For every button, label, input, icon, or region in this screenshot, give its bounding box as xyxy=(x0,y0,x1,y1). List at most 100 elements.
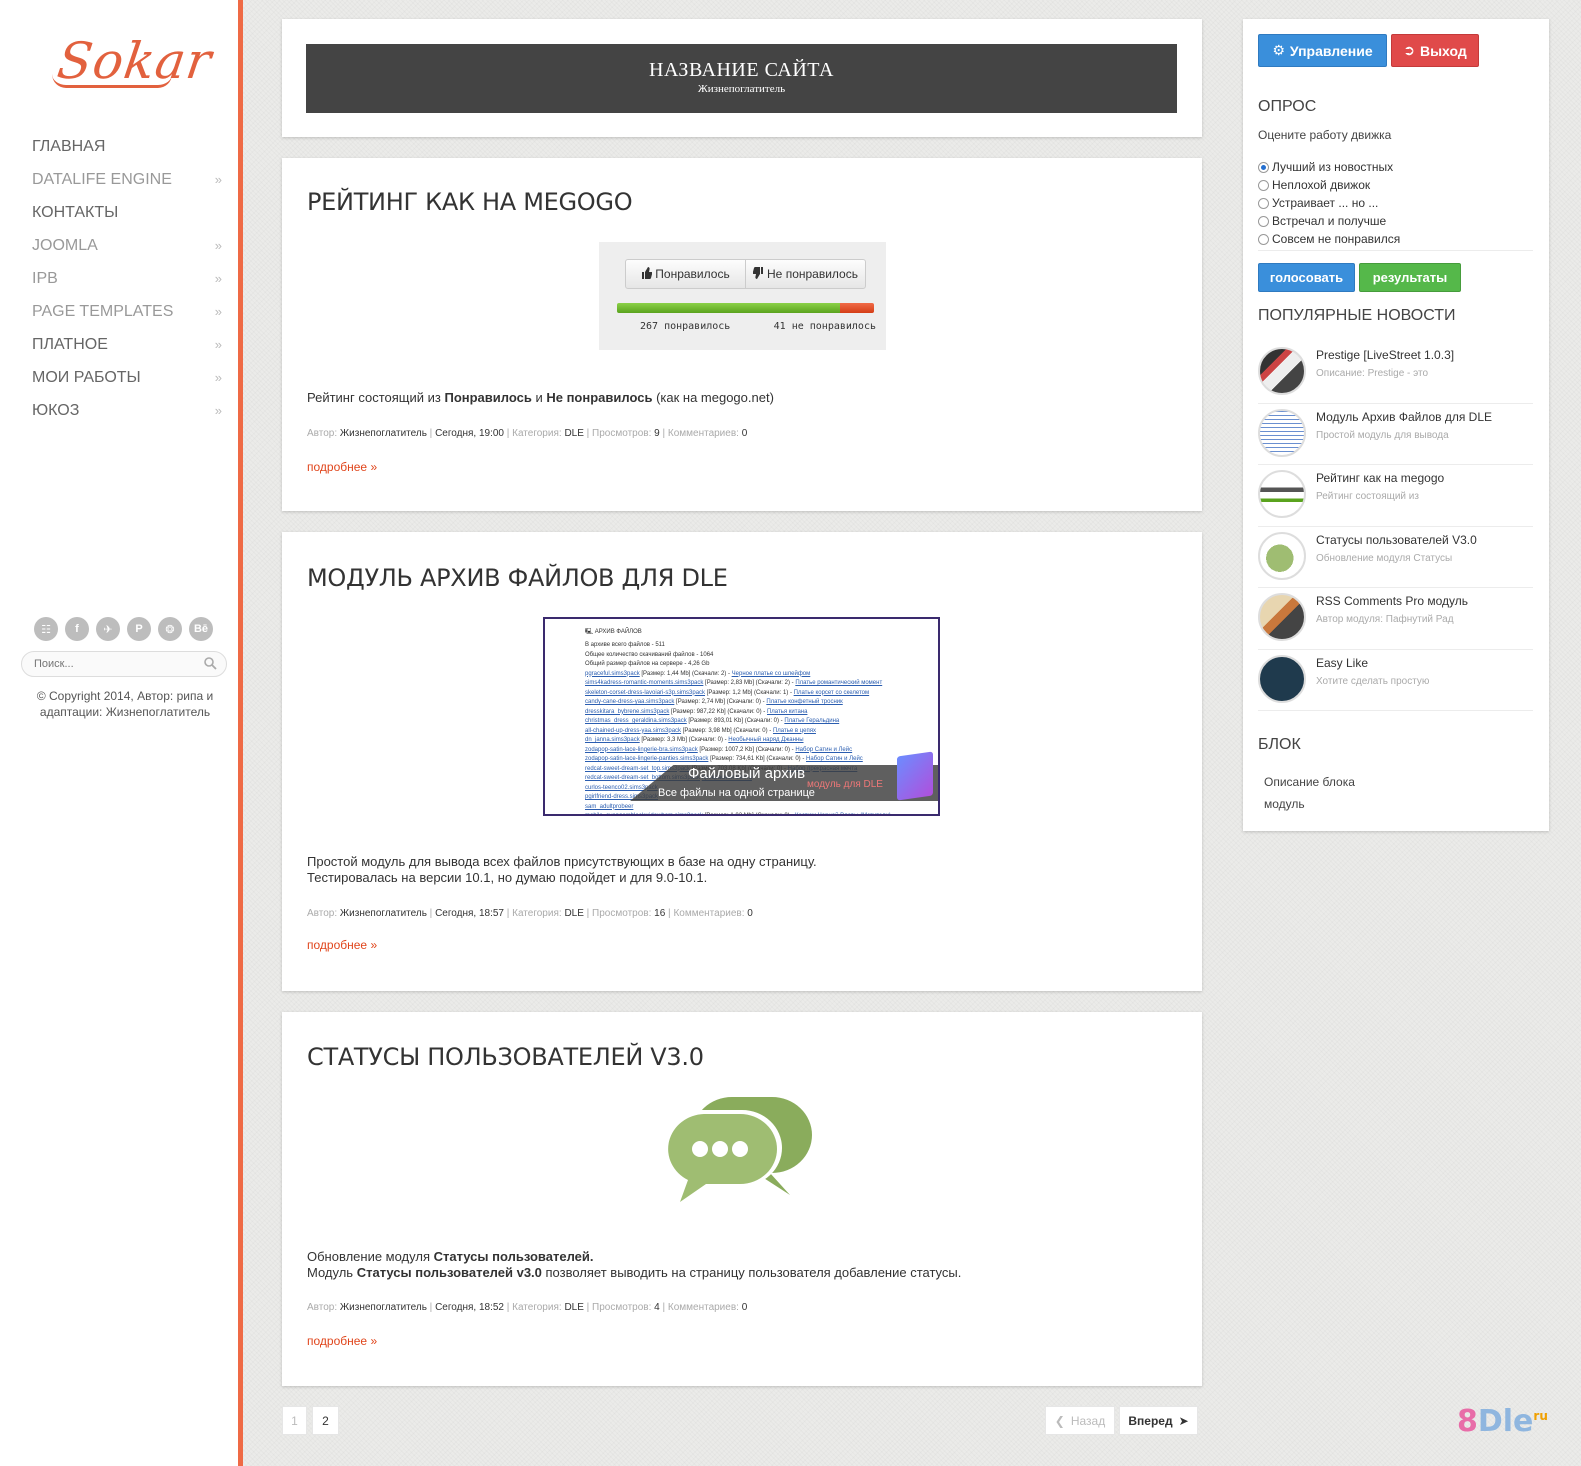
archive-file-link[interactable]: sam_adultprobeer xyxy=(585,804,633,810)
meta-category[interactable]: DLE xyxy=(564,1302,583,1313)
popular-news-item[interactable]: RSS Comments Pro модуль Автор модуля: Паф… xyxy=(1258,588,1533,650)
news-title[interactable]: Модуль Архив Файлов для DLE xyxy=(1316,410,1492,424)
search-input[interactable] xyxy=(22,652,192,676)
archive-file-link[interactable]: dn_janna.sims3pack xyxy=(585,737,640,743)
archive-file-link[interactable]: skeleton-corset-dress-lavoiari-s3p.sims3… xyxy=(585,690,705,696)
meta-category[interactable]: DLE xyxy=(564,908,583,919)
popular-news-item[interactable]: Модуль Архив Файлов для DLE Простой модул… xyxy=(1258,404,1533,465)
admin-button[interactable]: ⚙ Управление xyxy=(1258,34,1387,67)
read-more-link[interactable]: подробнее » xyxy=(307,460,377,474)
popular-news-item[interactable]: Easy Like Хотите сделать простую xyxy=(1258,650,1533,711)
nav-item[interactable]: DATALIFE ENGINE » xyxy=(32,163,222,196)
meta-author[interactable]: Жизнепоглатитель xyxy=(340,428,427,439)
nav-item[interactable]: ГЛАВНАЯ xyxy=(32,130,222,163)
results-button[interactable]: результаты xyxy=(1359,263,1461,292)
like-button[interactable]: Понравилось xyxy=(626,260,745,288)
archive-file-title[interactable]: Платье в цепях xyxy=(773,728,816,734)
news-title[interactable]: Prestige [LiveStreet 1.0.3] xyxy=(1316,348,1454,362)
site-subtitle: Жизнепоглатитель xyxy=(697,83,786,95)
nav-item[interactable]: ПЛАТНОЕ » xyxy=(32,328,222,361)
archive-file-link[interactable]: all-chained-up-dress-yaa.sims3pack xyxy=(585,728,681,734)
behance-icon[interactable]: Bē xyxy=(189,617,213,641)
vote-button[interactable]: голосовать xyxy=(1258,263,1355,292)
page-2[interactable]: 2 xyxy=(312,1406,339,1435)
archive-file-link[interactable]: mobile_avengersblackwidowbom.sims3pack xyxy=(585,813,703,814)
meta-category[interactable]: DLE xyxy=(564,428,583,439)
dribbble-icon[interactable]: ❂ xyxy=(158,617,182,641)
archive-file-link[interactable]: christmas_dress_geraldina.sims3pack xyxy=(585,718,687,724)
popular-news-item[interactable]: Prestige [LiveStreet 1.0.3] Описание: Pre… xyxy=(1258,342,1533,404)
archive-file-title[interactable]: Платье конфетный тросник xyxy=(766,699,842,705)
pinterest-icon[interactable]: P xyxy=(127,617,151,641)
archive-overlay-tag: модуль для DLE xyxy=(807,779,883,790)
logout-button[interactable]: ➲ Выход xyxy=(1391,34,1479,67)
poll-radio[interactable] xyxy=(1258,179,1269,191)
news-title[interactable]: Easy Like xyxy=(1316,656,1368,670)
news-thumbnail[interactable] xyxy=(1258,470,1306,518)
prev-page-button[interactable]: ❮ Назад xyxy=(1045,1406,1115,1435)
meta-author[interactable]: Жизнепоглатитель xyxy=(340,1302,427,1313)
read-more-link[interactable]: подробнее » xyxy=(307,938,377,952)
archive-file-title[interactable]: Платье Геральдина xyxy=(784,718,839,724)
nav-item[interactable]: КОНТАКТЫ xyxy=(32,196,222,229)
poll-option[interactable]: Совсем не понравился xyxy=(1258,230,1400,248)
news-thumbnail[interactable] xyxy=(1258,531,1306,580)
post-title[interactable]: РЕЙТИНГ КАК НА MEGOGO xyxy=(307,188,633,216)
poll-radio[interactable] xyxy=(1258,197,1269,209)
poll-radio[interactable] xyxy=(1258,215,1269,227)
news-title[interactable]: Статусы пользователей V3.0 xyxy=(1316,533,1477,547)
archive-file-title[interactable]: Набор Сатин и Лейс xyxy=(795,747,852,753)
poll-option[interactable]: Устраивает ... но ... xyxy=(1258,194,1400,212)
news-title[interactable]: RSS Comments Pro модуль xyxy=(1316,594,1468,608)
rss-icon[interactable]: ☷ xyxy=(34,617,58,641)
archive-file-link[interactable]: sims4kadress-romantic-moments.sims3pack xyxy=(585,680,703,686)
nav-item[interactable]: IPB » xyxy=(32,262,222,295)
nav-item[interactable]: ЮКОЗ » xyxy=(32,394,222,427)
read-more-link[interactable]: подробнее » xyxy=(307,1334,377,1348)
archive-row: all-chained-up-dress-yaa.sims3pack [Разм… xyxy=(585,727,925,737)
excerpt-text: позволяет выводить на страницу пользоват… xyxy=(541,1265,962,1280)
archive-file-link[interactable]: candy-cane-dress-yaa.sims3pack xyxy=(585,699,674,705)
nav-item[interactable]: PAGE TEMPLATES » xyxy=(32,295,222,328)
archive-file-title[interactable]: Костюм Черной Вдовы (Мстители) xyxy=(795,813,891,814)
next-page-button[interactable]: Вперед ➤ xyxy=(1119,1406,1198,1435)
archive-file-link[interactable]: dresskitara_bybrene.sims3pack xyxy=(585,709,669,715)
post-excerpt: Обновление модуля Статусы пользователей.… xyxy=(307,1249,961,1281)
likes-count: 267 понравилось xyxy=(640,321,731,332)
popular-news-item[interactable]: Статусы пользователей V3.0 Обновление мод… xyxy=(1258,527,1533,588)
nav-item[interactable]: МОИ РАБОТЫ » xyxy=(32,361,222,394)
site-banner[interactable]: НАЗВАНИЕ САЙТА Жизнепоглатитель xyxy=(306,44,1177,113)
archive-file-link[interactable]: zodapop-satin-lace-lingerie-panties.sims… xyxy=(585,756,708,762)
dislike-button[interactable]: Не понравилось xyxy=(745,260,865,288)
poll-option[interactable]: Лучший из новостных xyxy=(1258,158,1400,176)
archive-file-link[interactable]: pgraceful.sims3pack xyxy=(585,671,640,677)
archive-file-title[interactable]: Платья китана xyxy=(767,709,807,715)
meta-author[interactable]: Жизнепоглатитель xyxy=(340,908,427,919)
archive-file-link[interactable]: zodapop-satin-lace-lingerie-bra.sims3pac… xyxy=(585,747,698,753)
search-icon[interactable] xyxy=(204,657,217,675)
archive-file-title[interactable]: Необычный наряд Джанны xyxy=(728,737,803,743)
post-title[interactable]: СТАТУСЫ ПОЛЬЗОВАТЕЛЕЙ V3.0 xyxy=(307,1043,704,1071)
popular-news-item[interactable]: Рейтинг как на megogo Рейтинг состоящий и… xyxy=(1258,465,1533,527)
archive-file-title[interactable]: Набор Сатин и Лейс xyxy=(806,756,863,762)
poll-option[interactable]: Встречал и получше xyxy=(1258,212,1400,230)
site-logo[interactable]: Sokar xyxy=(52,30,215,94)
page-1[interactable]: 1 xyxy=(282,1406,307,1435)
news-title[interactable]: Рейтинг как на megogo xyxy=(1316,471,1444,485)
poll-option[interactable]: Неплохой движок xyxy=(1258,176,1400,194)
news-thumbnail[interactable] xyxy=(1258,654,1306,703)
excerpt-text: Рейтинг состоящий из xyxy=(307,390,445,405)
twitter-icon[interactable]: ✈ xyxy=(96,617,120,641)
rating-bar-likes xyxy=(617,303,840,313)
poll-radio[interactable] xyxy=(1258,161,1269,173)
facebook-icon[interactable]: f xyxy=(65,617,89,641)
archive-file-title[interactable]: Платье романтический момент xyxy=(795,680,882,686)
post-title[interactable]: МОДУЛЬ АРХИВ ФАЙЛОВ ДЛЯ DLE xyxy=(307,564,728,592)
nav-item[interactable]: JOOMLA » xyxy=(32,229,222,262)
archive-file-title[interactable]: Черное платье со шлейфом xyxy=(732,671,811,677)
poll-radio[interactable] xyxy=(1258,233,1269,245)
news-thumbnail[interactable] xyxy=(1258,347,1306,395)
archive-file-title[interactable]: Платье корсет со скелетом xyxy=(794,690,870,696)
news-thumbnail[interactable] xyxy=(1258,593,1306,641)
news-thumbnail[interactable] xyxy=(1258,408,1306,457)
